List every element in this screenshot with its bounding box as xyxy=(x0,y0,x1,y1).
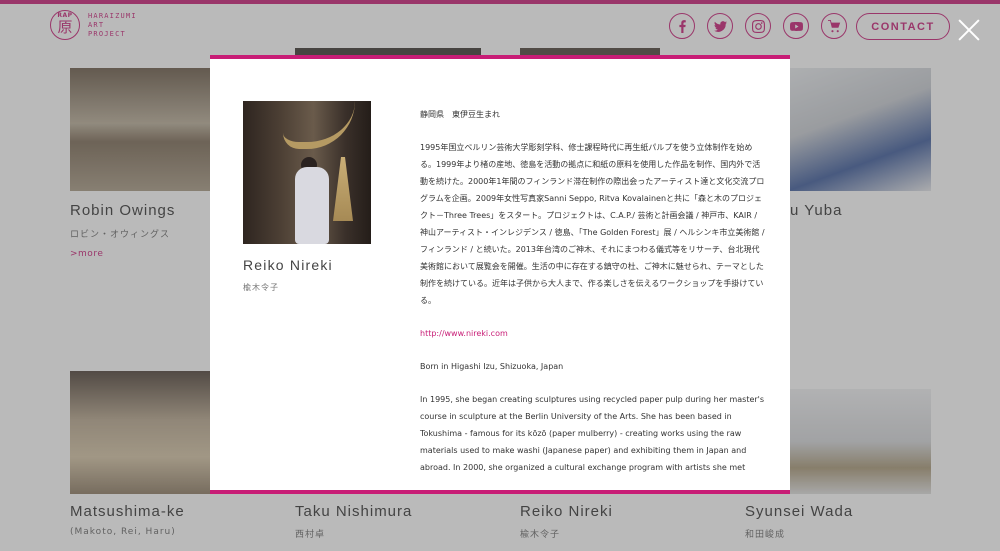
close-icon[interactable] xyxy=(958,19,980,41)
bio-paragraph: In 1995, she began creating sculptures u… xyxy=(420,395,765,472)
artist-portrait xyxy=(243,101,371,244)
figure-shape xyxy=(295,167,329,244)
modal-artist-name: Reiko Nireki xyxy=(243,257,333,273)
bio-paragraph: 1995年国立ベルリン芸術大学彫刻学科、修士課程時代に再生紙パルプを使う立体制作… xyxy=(420,143,765,305)
bio-paragraph: 静岡県 東伊豆生まれ xyxy=(420,110,500,119)
rope-shape xyxy=(283,101,355,149)
modal-artist-kana: 楡木令子 xyxy=(243,283,279,292)
artist-biography: 静岡県 東伊豆生まれ 1995年国立ベルリン芸術大学彫刻学科、修士課程時代に再生… xyxy=(420,106,765,490)
artist-modal: Reiko Nireki 楡木令子 静岡県 東伊豆生まれ 1995年国立ベルリン… xyxy=(210,55,790,494)
tassel-shape xyxy=(333,157,353,221)
website-link[interactable]: http://www.nireki.com xyxy=(420,325,765,342)
bio-paragraph: Born in Higashi Izu, Shizuoka, Japan xyxy=(420,362,564,371)
